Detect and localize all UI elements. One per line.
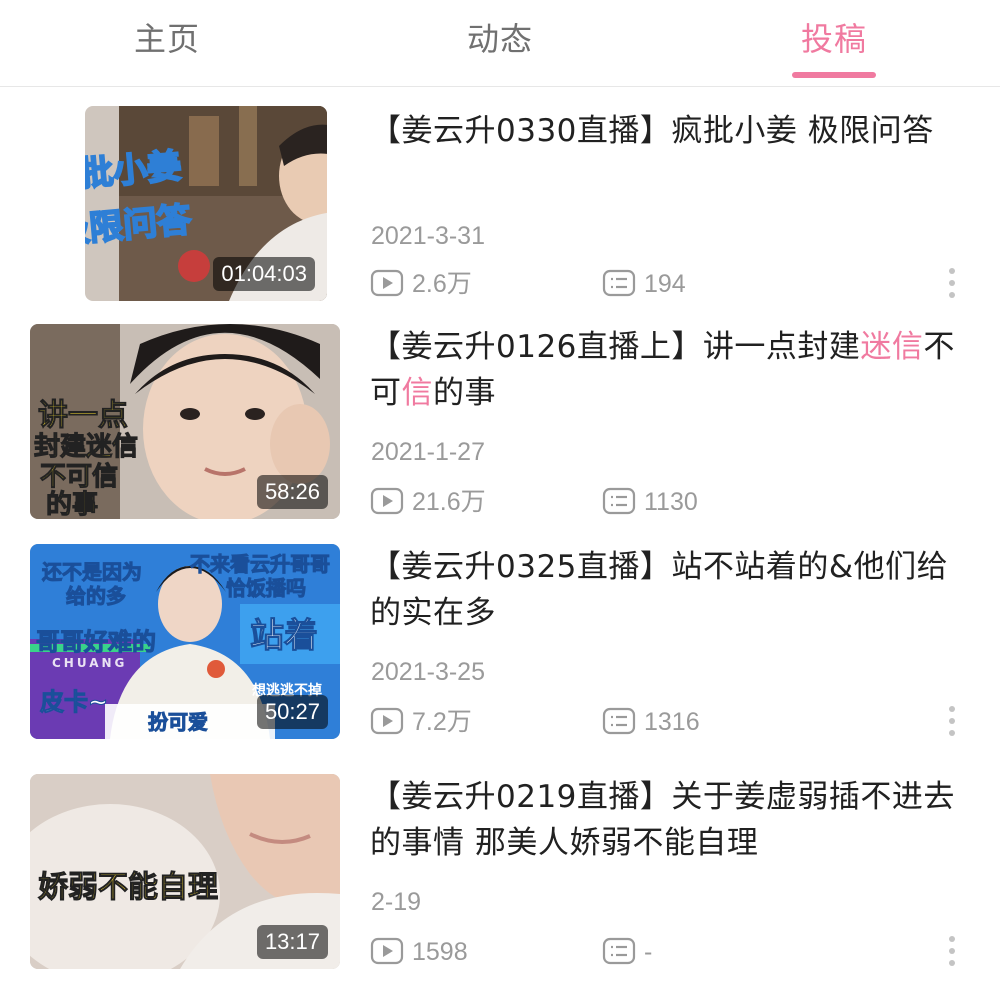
video-list-item[interactable]: 疯批小姜 极限问答 01:04:03 【姜云升0330直播】疯批小姜 极限问答 … xyxy=(0,106,1000,326)
video-thumbnail[interactable]: 讲一点 封建迷信 不可信 的事 58:26 xyxy=(30,324,340,519)
play-count-icon xyxy=(370,937,404,965)
video-title-text: 【姜云升0325直播】站不站着的&他们给的实在多 xyxy=(370,549,949,631)
video-title-text: 【姜云升0330直播】疯批小姜 极限问答 xyxy=(370,113,934,149)
comment-count-icon xyxy=(602,269,636,297)
comment-count-icon xyxy=(602,707,636,735)
active-tab-indicator xyxy=(792,72,876,78)
tab-dynamic[interactable]: 动态 xyxy=(467,14,533,60)
thumbnail-caption-line7: 皮卡~ xyxy=(39,688,109,717)
thumbnail-caption-line6: 站着 xyxy=(250,616,319,657)
tab-submissions[interactable]: 投稿 xyxy=(801,14,867,60)
thumbnail-watermark: CHUANG xyxy=(52,656,128,670)
video-date: 2021-3-25 xyxy=(371,658,485,686)
video-title[interactable]: 【姜云升0325直播】站不站着的&他们给的实在多 xyxy=(370,544,960,636)
thumbnail-caption: 娇弱不能自理 xyxy=(38,870,219,906)
more-options-icon[interactable] xyxy=(944,706,960,742)
video-title-text: 【姜云升0126直播上】讲一点封建 xyxy=(370,329,861,365)
video-thumbnail[interactable]: 还不是因为 给的多 不来看云升哥哥 恰饭播吗 哥哥好难的 站着 皮卡~ 扮可爱 … xyxy=(30,544,340,739)
video-title[interactable]: 【姜云升0126直播上】讲一点封建迷信不可信的事 xyxy=(370,324,960,416)
play-count-icon xyxy=(370,269,404,297)
thumbnail-caption-line4: 的事 xyxy=(45,490,99,520)
video-duration: 01:04:03 xyxy=(213,257,315,291)
comment-count-icon xyxy=(602,937,636,965)
video-thumbnail[interactable]: 娇弱不能自理 13:17 xyxy=(30,774,340,969)
video-title-highlight: 迷信 xyxy=(860,329,924,365)
video-title-highlight: 信 xyxy=(401,375,433,411)
video-list-item[interactable]: 娇弱不能自理 13:17 【姜云升0219直播】关于姜虚弱插不进去的事情 那美人… xyxy=(0,774,1000,994)
video-title[interactable]: 【姜云升0330直播】疯批小姜 极限问答 xyxy=(370,108,960,154)
tab-bar: 主页 动态 投稿 xyxy=(0,0,1000,87)
video-duration: 58:26 xyxy=(256,475,328,509)
video-date: 2021-1-27 xyxy=(371,438,485,466)
video-date: 2021-3-31 xyxy=(371,222,485,250)
video-title[interactable]: 【姜云升0219直播】关于姜虚弱插不进去的事情 那美人娇弱不能自理 xyxy=(370,774,960,866)
comment-count-icon xyxy=(602,487,636,515)
video-title-text: 【姜云升0219直播】关于姜虚弱插不进去的事情 那美人娇弱不能自理 xyxy=(370,779,955,861)
video-duration: 50:27 xyxy=(256,695,328,729)
thumbnail-caption-line4: 恰饭播吗 xyxy=(226,576,307,601)
video-list-item[interactable]: 还不是因为 给的多 不来看云升哥哥 恰饭播吗 哥哥好难的 站着 皮卡~ 扮可爱 … xyxy=(0,544,1000,764)
video-list-item[interactable]: 讲一点 封建迷信 不可信 的事 58:26 【姜云升0126直播上】讲一点封建迷… xyxy=(0,324,1000,544)
video-date: 2-19 xyxy=(371,888,422,916)
play-count-icon xyxy=(370,487,404,515)
thumbnail-caption-line5: 哥哥好难的 xyxy=(36,628,157,657)
tab-home[interactable]: 主页 xyxy=(134,14,200,60)
video-title-text: 的事 xyxy=(433,375,496,411)
more-options-icon[interactable] xyxy=(944,268,960,304)
more-options-icon[interactable] xyxy=(944,936,960,972)
video-duration: 13:17 xyxy=(256,925,328,959)
thumbnail-caption-line2: 给的多 xyxy=(66,584,127,609)
play-count-icon xyxy=(370,707,404,735)
video-thumbnail[interactable]: 疯批小姜 极限问答 01:04:03 xyxy=(85,106,327,301)
thumbnail-caption-line8: 扮可爱 xyxy=(148,710,209,735)
